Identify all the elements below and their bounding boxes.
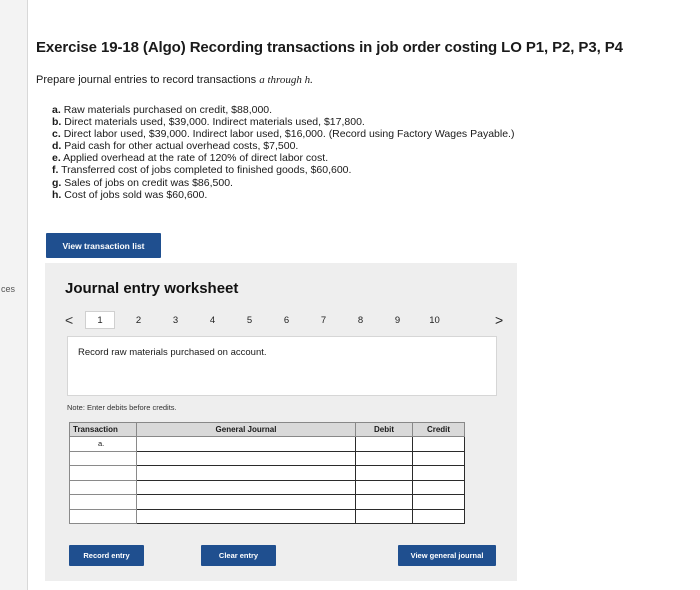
item-letter: f. bbox=[52, 164, 59, 177]
account-cell[interactable] bbox=[136, 450, 356, 466]
item-text: Sales of jobs on credit was $86,500. bbox=[64, 176, 233, 189]
page-9[interactable]: 9 bbox=[379, 315, 416, 326]
table-row bbox=[69, 450, 465, 466]
item-text: Cost of jobs sold was $60,600. bbox=[64, 188, 208, 201]
account-cell[interactable] bbox=[136, 479, 356, 495]
page-10[interactable]: 10 bbox=[416, 315, 453, 326]
instructions-text: Prepare journal entries to record transa… bbox=[36, 74, 257, 86]
row-transaction bbox=[69, 479, 137, 495]
list-item: f. Transferred cost of jobs completed to… bbox=[52, 164, 514, 176]
sidebar-edge bbox=[0, 0, 28, 590]
debit-cell[interactable] bbox=[355, 508, 413, 524]
journal-table: Transaction General Journal Debit Credit… bbox=[69, 422, 465, 524]
page-1[interactable]: 1 bbox=[85, 311, 115, 329]
item-text: Applied overhead at the rate of 120% of … bbox=[63, 152, 329, 165]
debit-cell[interactable] bbox=[355, 450, 413, 466]
list-item: a. Raw materials purchased on credit, $8… bbox=[52, 104, 514, 116]
item-letter: e. bbox=[52, 152, 61, 165]
page-3[interactable]: 3 bbox=[157, 315, 194, 326]
col-debit: Debit bbox=[355, 422, 413, 437]
page-7[interactable]: 7 bbox=[305, 315, 342, 326]
item-text: Transferred cost of jobs completed to fi… bbox=[61, 164, 352, 177]
table-row bbox=[69, 494, 465, 510]
view-transaction-list-button[interactable]: View transaction list bbox=[46, 233, 161, 258]
row-transaction: a. bbox=[69, 436, 137, 452]
credit-cell[interactable] bbox=[412, 494, 465, 510]
sidebar-label: ces bbox=[1, 284, 16, 294]
list-item: h. Cost of jobs sold was $60,600. bbox=[52, 189, 514, 201]
item-text: Paid cash for other actual overhead cost… bbox=[64, 140, 299, 153]
page-4[interactable]: 4 bbox=[194, 315, 231, 326]
page-6[interactable]: 6 bbox=[268, 315, 305, 326]
clear-entry-button[interactable]: Clear entry bbox=[201, 545, 276, 566]
page-2[interactable]: 2 bbox=[120, 315, 157, 326]
list-item: g. Sales of jobs on credit was $86,500. bbox=[52, 177, 514, 189]
credit-cell[interactable] bbox=[412, 450, 465, 466]
journal-entry-worksheet: Journal entry worksheet < 1 2 3 4 5 6 7 … bbox=[45, 263, 517, 581]
debit-cell[interactable] bbox=[355, 436, 413, 452]
row-transaction bbox=[69, 465, 137, 481]
instructions: Prepare journal entries to record transa… bbox=[36, 74, 313, 86]
account-cell[interactable] bbox=[136, 508, 356, 524]
table-row: a. bbox=[69, 436, 465, 452]
row-transaction bbox=[69, 450, 137, 466]
row-transaction bbox=[69, 494, 137, 510]
credit-cell[interactable] bbox=[412, 436, 465, 452]
credit-cell[interactable] bbox=[412, 465, 465, 481]
worksheet-title: Journal entry worksheet bbox=[65, 280, 239, 297]
item-letter: a. bbox=[52, 104, 61, 116]
table-row bbox=[69, 479, 465, 495]
page-5[interactable]: 5 bbox=[231, 315, 268, 326]
item-letter: h. bbox=[52, 188, 62, 201]
list-item: e. Applied overhead at the rate of 120% … bbox=[52, 152, 514, 164]
page-8[interactable]: 8 bbox=[342, 315, 379, 326]
item-text: Raw materials purchased on credit, $88,0… bbox=[63, 104, 273, 116]
entry-description-text: Record raw materials purchased on accoun… bbox=[78, 347, 267, 358]
col-credit: Credit bbox=[412, 422, 465, 437]
transaction-list: a. Raw materials purchased on credit, $8… bbox=[52, 104, 514, 201]
account-cell[interactable] bbox=[136, 465, 356, 481]
item-letter: c. bbox=[52, 128, 61, 141]
item-letter: g. bbox=[52, 176, 62, 189]
list-item: b. Direct materials used, $39,000. Indir… bbox=[52, 116, 514, 128]
col-transaction: Transaction bbox=[69, 422, 137, 437]
table-row bbox=[69, 465, 465, 481]
list-item: c. Direct labor used, $39,000. Indirect … bbox=[52, 128, 514, 140]
debit-cell[interactable] bbox=[355, 479, 413, 495]
item-text: Direct materials used, $39,000. Indirect… bbox=[64, 116, 365, 129]
item-text: Direct labor used, $39,000. Indirect lab… bbox=[63, 128, 515, 141]
credit-cell[interactable] bbox=[412, 479, 465, 495]
account-cell[interactable] bbox=[136, 494, 356, 510]
pagination: < 1 2 3 4 5 6 7 8 9 10 > bbox=[65, 310, 503, 330]
debit-cell[interactable] bbox=[355, 465, 413, 481]
prev-page-icon[interactable]: < bbox=[65, 312, 85, 328]
record-entry-button[interactable]: Record entry bbox=[69, 545, 144, 566]
entry-note: Note: Enter debits before credits. bbox=[67, 403, 177, 412]
debit-cell[interactable] bbox=[355, 494, 413, 510]
view-general-journal-button[interactable]: View general journal bbox=[398, 545, 496, 566]
account-cell[interactable] bbox=[136, 436, 356, 452]
list-item: d. Paid cash for other actual overhead c… bbox=[52, 140, 514, 152]
table-row bbox=[69, 508, 465, 524]
col-general-journal: General Journal bbox=[136, 422, 356, 437]
row-transaction bbox=[69, 508, 137, 524]
credit-cell[interactable] bbox=[412, 508, 465, 524]
entry-description: Record raw materials purchased on accoun… bbox=[67, 336, 497, 396]
page-title: Exercise 19-18 (Algo) Recording transact… bbox=[36, 39, 623, 56]
instructions-range: a through h. bbox=[259, 74, 313, 86]
next-page-icon[interactable]: > bbox=[495, 312, 503, 328]
item-letter: d. bbox=[52, 140, 62, 153]
item-letter: b. bbox=[52, 116, 62, 129]
